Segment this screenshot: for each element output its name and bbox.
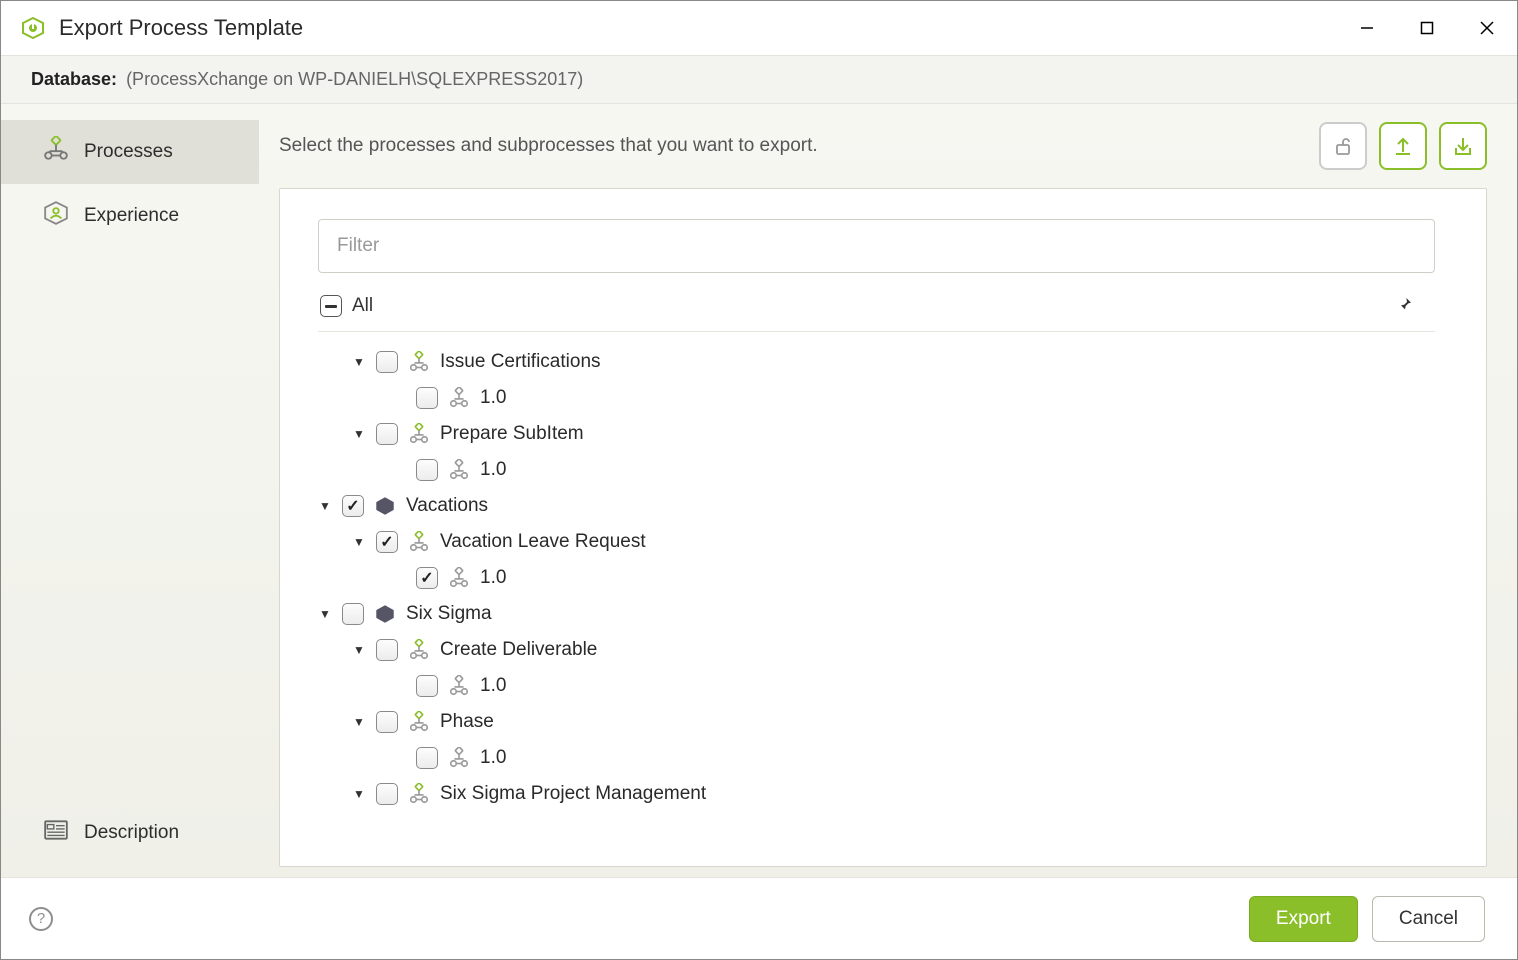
tree-checkbox[interactable] (342, 603, 364, 625)
tree-row[interactable]: ▼ Phase (318, 704, 1464, 740)
select-all-row[interactable]: All (318, 291, 1435, 332)
tree-row[interactable]: ▼1.0 (318, 560, 1464, 596)
lock-open-icon (1331, 134, 1355, 158)
tree-checkbox[interactable] (376, 531, 398, 553)
expand-arrow-icon[interactable]: ▼ (352, 643, 366, 657)
export-button[interactable]: Export (1249, 896, 1358, 942)
tree-checkbox[interactable] (416, 747, 438, 769)
tree-label: Six Sigma Project Management (440, 783, 706, 805)
tree-checkbox[interactable] (416, 567, 438, 589)
process-icon (408, 423, 430, 445)
sidebar-processes-label: Processes (84, 141, 173, 163)
process-tree[interactable]: ▼Issue Certifications▼1.0▼Prepare SubIte… (318, 332, 1464, 866)
tree-row[interactable]: ▼ Vacations (318, 488, 1464, 524)
tree-checkbox[interactable] (376, 351, 398, 373)
folder-icon (374, 603, 396, 625)
tree-label: 1.0 (480, 459, 506, 481)
tree-label: 1.0 (480, 675, 506, 697)
expand-arrow-icon[interactable]: ▼ (318, 607, 332, 621)
minimize-button[interactable] (1337, 1, 1397, 55)
tree-label: Create Deliverable (440, 639, 597, 661)
version-icon (448, 675, 470, 697)
database-value: (ProcessXchange on WP-DANIELH\SQLEXPRESS… (126, 69, 583, 89)
upload-icon (1391, 134, 1415, 158)
cancel-button[interactable]: Cancel (1372, 896, 1485, 942)
tree-row[interactable]: ▼1.0 (318, 740, 1464, 776)
version-icon (448, 387, 470, 409)
titlebar: Export Process Template (1, 1, 1517, 55)
tree-label: Vacations (406, 495, 488, 517)
sidebar-description-label: Description (84, 822, 179, 844)
database-label: Database: (31, 69, 117, 89)
expand-arrow-icon[interactable]: ▼ (352, 715, 366, 729)
filter-input[interactable] (318, 219, 1435, 273)
expand-arrow-icon[interactable]: ▼ (352, 355, 366, 369)
tree-label: Phase (440, 711, 494, 733)
tree-row[interactable]: ▼1.0 (318, 668, 1464, 704)
version-icon (448, 459, 470, 481)
tree-row[interactable]: ▼1.0 (318, 380, 1464, 416)
experience-icon (43, 200, 69, 232)
expand-arrow-icon[interactable]: ▼ (352, 787, 366, 801)
tree-row[interactable]: ▼ Six Sigma (318, 596, 1464, 632)
tree-checkbox[interactable] (376, 711, 398, 733)
tree-label: Prepare SubItem (440, 423, 584, 445)
description-icon (43, 817, 69, 849)
sidebar-item-processes[interactable]: Processes (1, 120, 259, 184)
folder-icon (374, 495, 396, 517)
help-button[interactable]: ? (29, 907, 53, 931)
tree-checkbox[interactable] (416, 387, 438, 409)
tree-row[interactable]: ▼ Vacation Leave Request (318, 524, 1464, 560)
window-title: Export Process Template (59, 15, 1337, 41)
select-all-label: All (352, 295, 373, 317)
tree-label: Six Sigma (406, 603, 492, 625)
sidebar-experience-label: Experience (84, 205, 179, 227)
tree-row[interactable]: ▼1.0 (318, 452, 1464, 488)
close-button[interactable] (1457, 1, 1517, 55)
footer: ? Export Cancel (1, 877, 1517, 959)
process-icon (408, 639, 430, 661)
tree-checkbox[interactable] (376, 423, 398, 445)
unlock-button[interactable] (1319, 122, 1367, 170)
process-icon (408, 783, 430, 805)
tree-panel: All ▼Issue Certifications▼1.0▼Prepare Su… (279, 188, 1487, 867)
process-icon (408, 711, 430, 733)
expand-arrow-icon[interactable]: ▼ (352, 535, 366, 549)
tree-row[interactable]: ▼ Create Deliverable (318, 632, 1464, 668)
version-icon (448, 747, 470, 769)
sidebar-item-experience[interactable]: Experience (1, 184, 259, 248)
process-icon (408, 351, 430, 373)
app-icon (21, 16, 45, 40)
download-icon (1451, 134, 1475, 158)
tree-row[interactable]: ▼ Six Sigma Project Management (318, 776, 1464, 812)
maximize-button[interactable] (1397, 1, 1457, 55)
download-button[interactable] (1439, 122, 1487, 170)
process-icon (408, 531, 430, 553)
database-bar: Database: (ProcessXchange on WP-DANIELH\… (1, 55, 1517, 104)
select-all-checkbox[interactable] (320, 295, 342, 317)
version-icon (448, 567, 470, 589)
tree-label: Issue Certifications (440, 351, 601, 373)
upload-button[interactable] (1379, 122, 1427, 170)
tree-label: 1.0 (480, 387, 506, 409)
tree-checkbox[interactable] (416, 459, 438, 481)
tree-checkbox[interactable] (376, 783, 398, 805)
tree-checkbox[interactable] (376, 639, 398, 661)
expand-arrow-icon[interactable]: ▼ (318, 499, 332, 513)
tree-row[interactable]: ▼ Prepare SubItem (318, 416, 1464, 452)
instruction-text: Select the processes and subprocesses th… (279, 135, 1307, 157)
tree-row[interactable]: ▼ Issue Certifications (318, 344, 1464, 380)
pin-icon[interactable] (1397, 296, 1413, 317)
sidebar-item-description[interactable]: Description (1, 797, 259, 877)
processes-icon (43, 136, 69, 168)
tree-checkbox[interactable] (342, 495, 364, 517)
tree-checkbox[interactable] (416, 675, 438, 697)
expand-arrow-icon[interactable]: ▼ (352, 427, 366, 441)
sidebar: Processes Experience Description (1, 104, 259, 877)
tree-label: 1.0 (480, 747, 506, 769)
tree-label: Vacation Leave Request (440, 531, 646, 553)
tree-label: 1.0 (480, 567, 506, 589)
